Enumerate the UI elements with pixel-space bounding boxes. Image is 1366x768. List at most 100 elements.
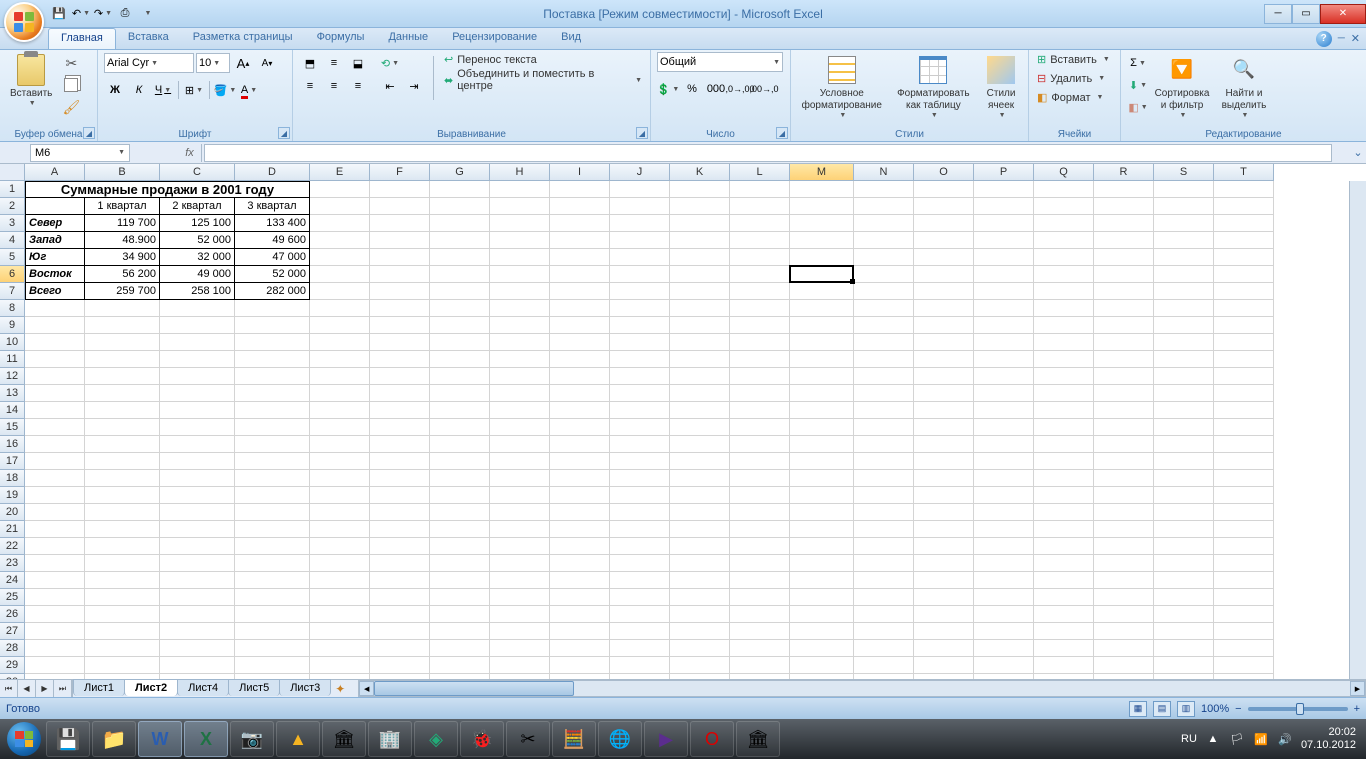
cell[interactable] xyxy=(430,266,490,283)
column-header[interactable]: F xyxy=(370,164,430,181)
cell[interactable]: 52 000 xyxy=(235,266,310,283)
cell[interactable] xyxy=(914,436,974,453)
cell[interactable] xyxy=(610,402,670,419)
cell[interactable] xyxy=(430,402,490,419)
cell[interactable] xyxy=(550,436,610,453)
cell[interactable] xyxy=(430,351,490,368)
cell[interactable] xyxy=(730,538,790,555)
scroll-left-button[interactable]: ◀ xyxy=(359,681,374,696)
cell[interactable] xyxy=(430,555,490,572)
fill-color-button[interactable]: 🪣▼ xyxy=(214,79,236,101)
cell[interactable] xyxy=(550,419,610,436)
cell[interactable] xyxy=(430,436,490,453)
cell[interactable] xyxy=(310,249,370,266)
cell[interactable] xyxy=(550,606,610,623)
cell[interactable] xyxy=(670,521,730,538)
cell[interactable] xyxy=(670,674,730,679)
column-header[interactable]: O xyxy=(914,164,974,181)
cell[interactable] xyxy=(670,606,730,623)
cell[interactable] xyxy=(1214,623,1274,640)
cell[interactable] xyxy=(670,249,730,266)
cell[interactable] xyxy=(854,504,914,521)
row-header[interactable]: 13 xyxy=(0,385,25,402)
cell[interactable] xyxy=(85,572,160,589)
cell[interactable] xyxy=(370,317,430,334)
cell[interactable] xyxy=(914,385,974,402)
cell[interactable] xyxy=(610,555,670,572)
cell[interactable] xyxy=(914,674,974,679)
cell[interactable] xyxy=(790,419,854,436)
clipboard-launcher[interactable]: ◢ xyxy=(83,127,95,139)
row-header[interactable]: 7 xyxy=(0,283,25,300)
cell[interactable] xyxy=(550,385,610,402)
align-bottom-button[interactable]: ⬓ xyxy=(347,52,369,74)
cell[interactable] xyxy=(430,181,490,198)
cell[interactable] xyxy=(854,351,914,368)
cell[interactable] xyxy=(85,419,160,436)
insert-cells-button[interactable]: ⊞Вставить▼ xyxy=(1035,52,1112,67)
percent-button[interactable]: % xyxy=(681,78,703,100)
cell[interactable] xyxy=(235,521,310,538)
task-excel[interactable]: X xyxy=(184,721,228,757)
cell[interactable] xyxy=(550,368,610,385)
cell[interactable] xyxy=(854,283,914,300)
cell[interactable] xyxy=(670,589,730,606)
cell[interactable] xyxy=(914,521,974,538)
cell[interactable] xyxy=(85,368,160,385)
cell[interactable] xyxy=(1154,623,1214,640)
cell[interactable] xyxy=(730,521,790,538)
row-header[interactable]: 29 xyxy=(0,657,25,674)
row-header[interactable]: 2 xyxy=(0,198,25,215)
cell[interactable] xyxy=(160,453,235,470)
cell[interactable] xyxy=(854,470,914,487)
cell[interactable] xyxy=(730,504,790,521)
cell[interactable] xyxy=(610,640,670,657)
cell[interactable] xyxy=(160,555,235,572)
clock[interactable]: 20:02 07.10.2012 xyxy=(1301,726,1362,752)
number-format-combo[interactable]: Общий▼ xyxy=(657,52,783,72)
cell[interactable] xyxy=(914,317,974,334)
cell[interactable] xyxy=(854,623,914,640)
cell[interactable] xyxy=(730,266,790,283)
cell[interactable] xyxy=(1154,368,1214,385)
cell[interactable] xyxy=(160,623,235,640)
currency-button[interactable]: 💲▼ xyxy=(657,78,679,100)
cell[interactable] xyxy=(974,283,1034,300)
column-header[interactable]: H xyxy=(490,164,550,181)
cell[interactable] xyxy=(974,249,1034,266)
cell[interactable] xyxy=(1094,538,1154,555)
cell[interactable] xyxy=(1094,215,1154,232)
cell[interactable]: 34 900 xyxy=(85,249,160,266)
cell[interactable] xyxy=(1034,453,1094,470)
task-explorer[interactable]: 📁 xyxy=(92,721,136,757)
cell[interactable] xyxy=(370,215,430,232)
cell[interactable] xyxy=(235,419,310,436)
column-header[interactable]: I xyxy=(550,164,610,181)
cell[interactable] xyxy=(1154,487,1214,504)
cell[interactable] xyxy=(1094,334,1154,351)
cell[interactable] xyxy=(370,555,430,572)
sheet-tab[interactable]: Лист1 xyxy=(73,679,125,696)
tray-volume-icon[interactable]: 🔊 xyxy=(1277,731,1293,747)
cell[interactable] xyxy=(160,470,235,487)
cell[interactable] xyxy=(490,487,550,504)
cell[interactable]: 3 квартал xyxy=(235,198,310,215)
ribbon-tab[interactable]: Данные xyxy=(376,28,440,49)
cell[interactable] xyxy=(854,589,914,606)
cell[interactable] xyxy=(790,436,854,453)
cell[interactable] xyxy=(160,351,235,368)
cell[interactable] xyxy=(370,368,430,385)
cell[interactable] xyxy=(1094,283,1154,300)
cell[interactable] xyxy=(914,572,974,589)
cell[interactable] xyxy=(854,640,914,657)
cell[interactable] xyxy=(310,351,370,368)
cell[interactable] xyxy=(25,436,85,453)
cell[interactable] xyxy=(1214,300,1274,317)
cell[interactable] xyxy=(490,640,550,657)
sheet-prev-button[interactable]: ◀ xyxy=(18,680,36,697)
cell[interactable] xyxy=(854,521,914,538)
cell[interactable]: 49 000 xyxy=(160,266,235,283)
cell[interactable] xyxy=(370,436,430,453)
cell[interactable] xyxy=(490,674,550,679)
cell[interactable] xyxy=(854,317,914,334)
